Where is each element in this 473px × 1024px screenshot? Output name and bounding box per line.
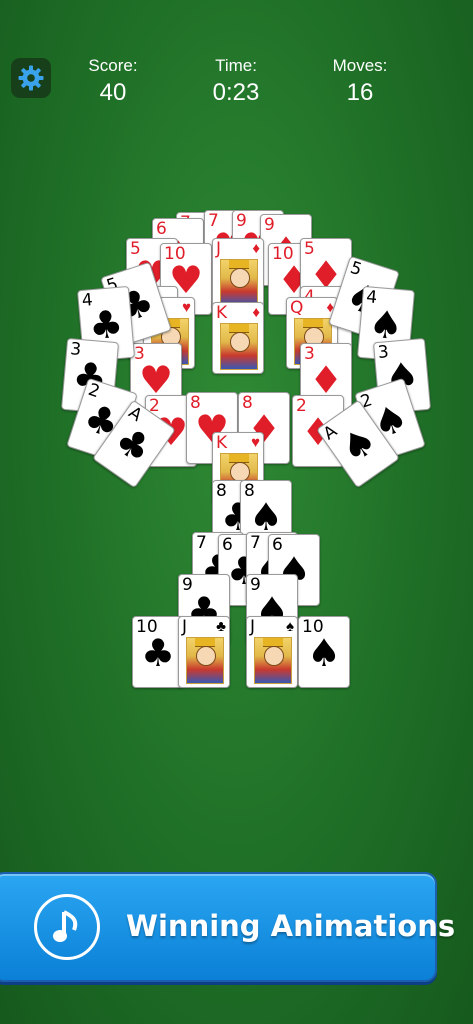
card-suit-icon: ♥ — [138, 358, 174, 403]
face-card-portrait — [186, 637, 224, 684]
playing-card: J ♦ — [212, 238, 264, 310]
face-card-portrait — [220, 259, 258, 306]
playing-card: 10 ♣ — [132, 616, 184, 688]
card-rank: K — [216, 433, 228, 453]
winning-animations-button[interactable]: Winning Animations — [0, 872, 455, 982]
card-suit-icon: ♦ — [252, 304, 260, 321]
card-suit-icon: ♣ — [216, 618, 226, 635]
card-suit-icon: ♠ — [306, 631, 342, 676]
card-rank: K — [216, 303, 228, 323]
card-suit-icon: ♥ — [251, 434, 260, 451]
card-suit-icon: ♠ — [248, 495, 284, 540]
trophy-card-arrangement: 7♦6♦7♥9♥9♦5♥10♥J♦10♦5♦4♥4♦Q♥K♦Q♦3♥3♦2♥2♦… — [0, 0, 473, 700]
card-suit-icon: ♦ — [308, 358, 344, 403]
playing-card: J ♠ — [246, 616, 298, 688]
playing-card: K ♦ — [212, 302, 264, 374]
card-rank: J — [250, 617, 256, 637]
card-suit-icon: ♠ — [286, 618, 294, 635]
card-rank: Q — [290, 298, 304, 318]
card-suit-icon: ♦ — [252, 240, 260, 257]
card-rank: J — [216, 239, 222, 259]
card-suit-icon: ♠ — [332, 417, 386, 473]
card-rank: J — [182, 617, 188, 637]
banner-label: Winning Animations — [126, 909, 456, 943]
playing-card: 10 ♠ — [298, 616, 350, 688]
face-card-portrait — [220, 323, 258, 370]
card-suit-icon: ♣ — [106, 417, 160, 473]
card-suit-icon: ♣ — [140, 631, 176, 676]
playing-card: J ♣ — [178, 616, 230, 688]
music-note-icon — [34, 894, 100, 960]
face-card-portrait — [254, 637, 292, 684]
card-suit-icon: ♥ — [182, 299, 191, 316]
